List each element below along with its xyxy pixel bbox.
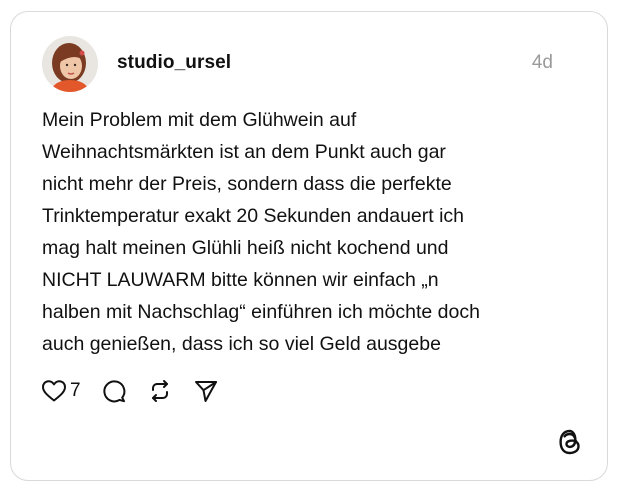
username[interactable]: studio_ursel bbox=[117, 52, 231, 74]
comment-icon bbox=[102, 380, 125, 403]
like-count: 7 bbox=[70, 380, 81, 401]
action-bar: 7 bbox=[41, 376, 219, 406]
threads-logo-icon bbox=[557, 428, 583, 456]
timestamp: 4d bbox=[531, 52, 553, 73]
share-icon bbox=[194, 381, 217, 402]
avatar-image bbox=[42, 36, 98, 92]
heart-icon bbox=[42, 380, 66, 402]
post-text: Mein Problem mit dem Glühwein auf Weihna… bbox=[42, 109, 480, 355]
avatar[interactable] bbox=[42, 36, 98, 92]
share-button[interactable] bbox=[193, 378, 219, 404]
post-card: studio_ursel 4d Mein Problem mit dem Glü… bbox=[10, 11, 608, 481]
comment-button[interactable] bbox=[101, 378, 127, 404]
repost-icon bbox=[151, 380, 168, 402]
repost-button[interactable] bbox=[147, 378, 173, 404]
like-button[interactable]: 7 bbox=[41, 379, 81, 403]
